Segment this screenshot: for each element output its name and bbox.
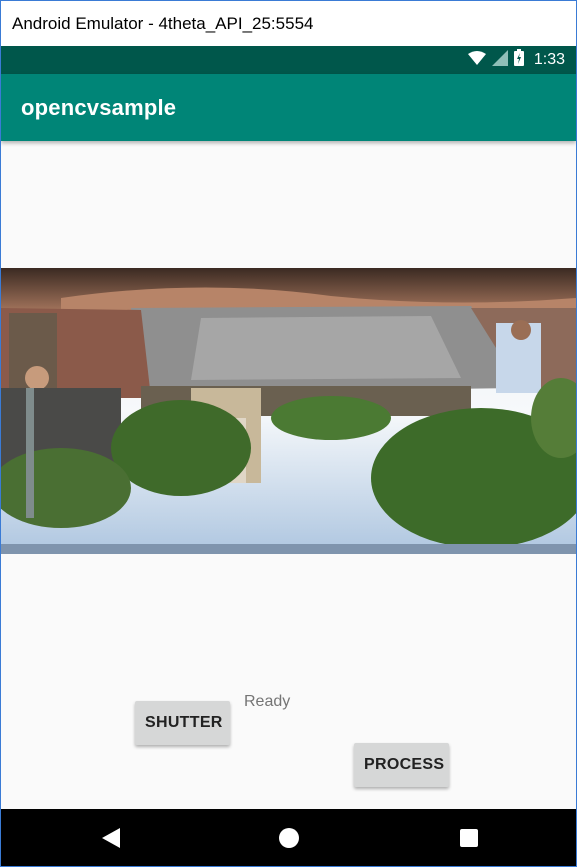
battery-icon <box>513 49 524 71</box>
recents-icon[interactable] <box>454 823 484 853</box>
cell-signal-icon <box>491 49 508 71</box>
wifi-icon <box>467 50 486 70</box>
window-title: Android Emulator - 4theta_API_25:5554 <box>12 14 314 33</box>
app-bar: opencvsample <box>1 74 576 141</box>
status-text: Ready <box>244 693 291 710</box>
back-icon[interactable] <box>96 823 126 853</box>
shutter-button[interactable]: SHUTTER <box>135 701 230 745</box>
status-time: 1:33 <box>533 51 565 68</box>
home-icon[interactable] <box>274 823 304 853</box>
panorama-photo <box>1 268 576 554</box>
status-bar: 1:33 <box>1 46 576 74</box>
emulator-window: Android Emulator - 4theta_API_25:5554 1:… <box>0 0 577 867</box>
window-title-bar: Android Emulator - 4theta_API_25:5554 <box>1 1 576 46</box>
app-title: opencvsample <box>21 95 177 120</box>
main-content: Ready SHUTTER PROCESS <box>1 141 576 809</box>
navigation-bar <box>1 809 576 866</box>
process-button[interactable]: PROCESS <box>354 743 449 787</box>
